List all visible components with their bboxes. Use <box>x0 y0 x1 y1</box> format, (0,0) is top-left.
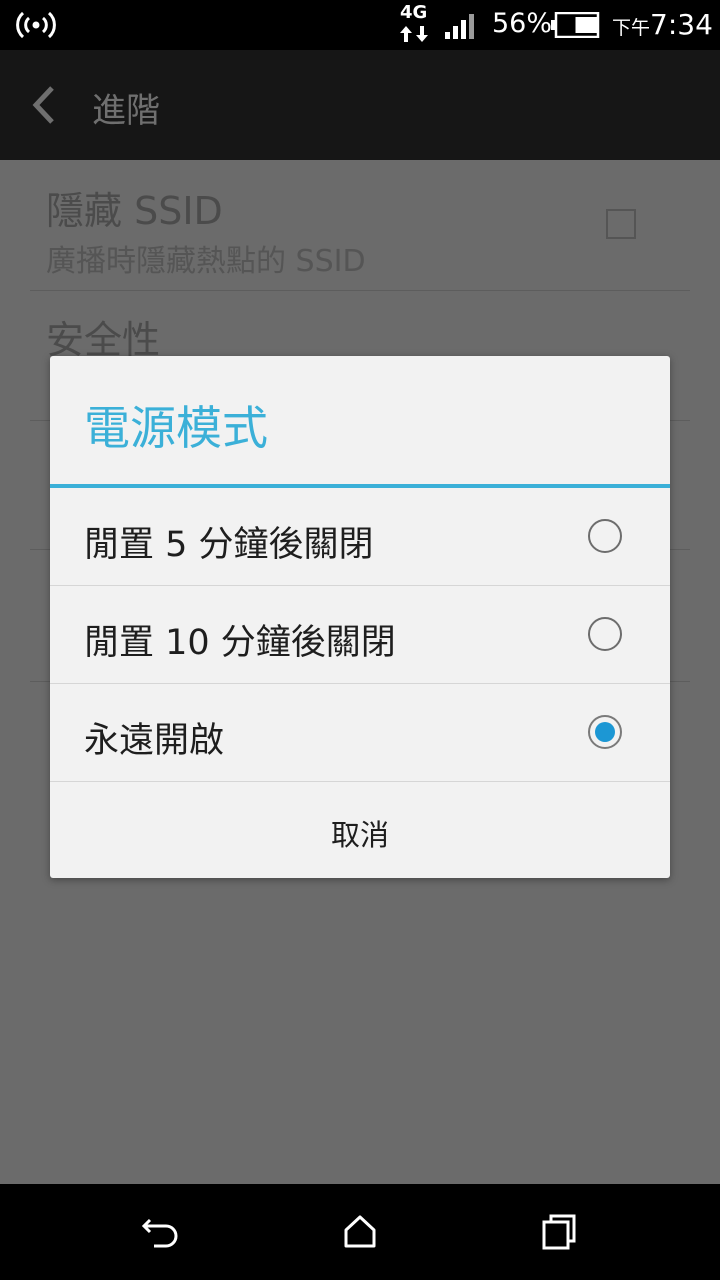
recents-icon[interactable] <box>540 1212 580 1252</box>
option-idle-5-min[interactable]: 閒置 5 分鐘後關閉 <box>50 488 670 585</box>
data-transfer-icon <box>400 26 428 42</box>
hidden-ssid-title: 隱藏 SSID <box>46 189 223 233</box>
hotspot-icon <box>16 11 56 39</box>
dialog-title: 電源模式 <box>84 401 268 455</box>
clock-time: 7:34 <box>650 8 713 41</box>
cancel-button[interactable]: 取消 <box>50 782 670 878</box>
radio-button[interactable] <box>588 715 622 749</box>
network-type-indicator: 4G <box>398 2 430 46</box>
back-nav-icon[interactable] <box>140 1212 180 1252</box>
option-label: 閒置 5 分鐘後關閉 <box>84 525 374 565</box>
network-type-label: 4G <box>400 2 428 23</box>
cancel-label: 取消 <box>330 818 389 852</box>
hidden-ssid-checkbox[interactable] <box>606 209 636 239</box>
action-bar: 進階 <box>0 50 720 160</box>
chevron-left-icon[interactable] <box>28 84 60 126</box>
home-icon[interactable] <box>340 1212 380 1252</box>
page-title: 進階 <box>92 91 160 131</box>
status-bar: 4G 56% 下午7:34 <box>0 0 720 50</box>
option-idle-10-min[interactable]: 閒置 10 分鐘後關閉 <box>50 586 670 683</box>
radio-button[interactable] <box>588 519 622 553</box>
option-label: 永遠開啟 <box>84 721 225 761</box>
radio-selected-dot <box>595 722 615 742</box>
battery-icon <box>551 12 600 38</box>
clock-ampm: 下午 <box>612 17 651 39</box>
hidden-ssid-item[interactable]: 隱藏 SSID 廣播時隱藏熱點的 SSID <box>0 160 720 290</box>
radio-button[interactable] <box>588 617 622 651</box>
hidden-ssid-summary: 廣播時隱藏熱點的 SSID <box>46 244 366 279</box>
clock: 下午7:34 <box>612 8 713 41</box>
signal-icon <box>445 14 474 39</box>
option-always-on[interactable]: 永遠開啟 <box>50 684 670 781</box>
power-mode-dialog: 電源模式 閒置 5 分鐘後關閉 閒置 10 分鐘後關閉 永遠開啟 取消 <box>50 356 670 878</box>
battery-percent: 56% <box>492 8 553 39</box>
option-label: 閒置 10 分鐘後關閉 <box>84 623 396 663</box>
navigation-bar <box>0 1184 720 1280</box>
